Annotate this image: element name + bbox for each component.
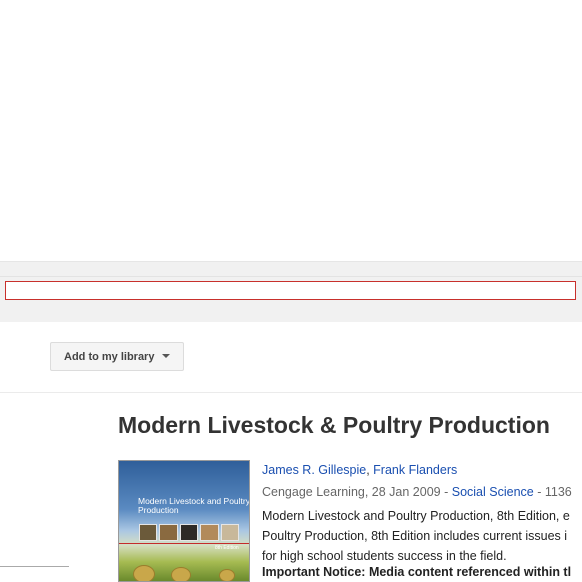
add-to-library-label: Add to my library xyxy=(64,350,155,363)
author-link[interactable]: Frank Flanders xyxy=(373,463,457,477)
band-divider xyxy=(0,276,582,277)
hay-bale-image xyxy=(133,565,155,581)
book-publisher-line: Cengage Learning, 28 Jan 2009 - Social S… xyxy=(262,485,572,499)
hay-bale-image xyxy=(171,567,191,581)
hay-bale-image xyxy=(219,569,235,581)
content-divider xyxy=(0,392,582,393)
book-authors: James R. Gillespie, Frank Flanders xyxy=(262,463,457,477)
search-bar-bottom xyxy=(0,305,582,321)
page-title: Modern Livestock & Poultry Production xyxy=(118,412,550,438)
caret-down-icon xyxy=(162,353,171,358)
add-to-library-button[interactable]: Add to my library xyxy=(50,342,184,371)
search-input[interactable] xyxy=(5,281,576,300)
author-link[interactable]: James R. Gillespie xyxy=(262,463,366,477)
page-count: - 1136 xyxy=(533,485,572,499)
sidebar-divider xyxy=(0,566,69,567)
cover-title: Modern Livestock and Poultry Production xyxy=(138,496,250,515)
book-cover[interactable]: Modern Livestock and Poultry Production … xyxy=(118,460,250,582)
description-line: Poultry Production, 8th Edition includes… xyxy=(262,529,568,543)
category-link[interactable]: Social Science xyxy=(452,485,534,499)
important-notice: Important Notice: Media content referenc… xyxy=(262,565,572,579)
cover-photo-strip xyxy=(139,524,240,541)
cover-stripe xyxy=(119,543,249,544)
author-separator: , xyxy=(366,463,370,477)
publisher-text: Cengage Learning, 28 Jan 2009 - xyxy=(262,485,452,499)
description-line: for high school students success in the … xyxy=(262,549,507,563)
cover-edition: 8th Edition xyxy=(215,545,239,551)
description-line: Modern Livestock and Poultry Production,… xyxy=(262,509,570,523)
